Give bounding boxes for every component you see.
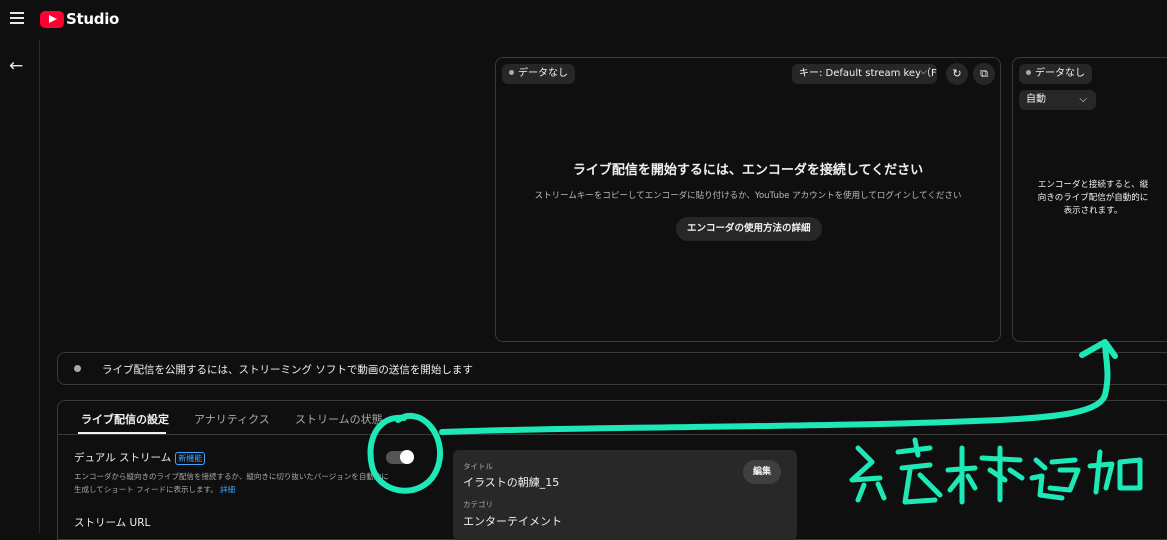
dual-stream-desc-line-2: 生成してショート フィードに表示します。 詳細 — [74, 483, 424, 496]
publish-banner: ライブ配信を公開するには、ストリーミング ソフトで動画の送信を開始します — [57, 352, 1167, 385]
new-feature-badge: 新機能 — [175, 451, 206, 465]
tab-analytics[interactable]: アナリティクス — [194, 411, 270, 427]
logo-text: Studio — [66, 10, 120, 28]
left-rail — [0, 40, 40, 533]
dual-stream-desc-line-1: エンコーダから縦向きのライブ配信を接続するか、縦向きに切り抜いたバージョンを自動… — [74, 472, 389, 481]
banner-dot-icon — [74, 365, 81, 372]
toggle-knob — [400, 450, 414, 464]
banner-text: ライブ配信を公開するには、ストリーミング ソフトで動画の送信を開始します — [102, 364, 473, 376]
vertical-message-line-2: 向きのライブ配信が自動的に — [1037, 193, 1149, 203]
vertical-mode-select[interactable]: 自動 ⌵ — [1019, 90, 1096, 110]
details-link[interactable]: 詳細 — [220, 485, 235, 494]
back-arrow-icon[interactable]: ← — [9, 56, 23, 76]
refresh-icon[interactable]: ↻ — [946, 63, 968, 85]
category-label: カテゴリ — [463, 500, 493, 509]
dual-stream-desc-line-2-text: 生成してショート フィードに表示します。 — [74, 485, 218, 494]
vertical-status-dot-icon — [1026, 69, 1031, 75]
edit-button[interactable]: 編集 — [742, 460, 781, 484]
vertical-status-chip: データなし — [1019, 64, 1092, 84]
stream-key-label: キー: Default stream key（F — [799, 68, 937, 79]
category-value: エンターテイメント — [463, 515, 562, 528]
vertical-message-line-3: 表示されます。 — [1063, 206, 1123, 216]
copy-icon[interactable]: ⧉ — [973, 63, 995, 85]
vertical-message-line-1: エンコーダと接続すると、縦 — [1037, 180, 1149, 190]
status-text: データなし — [518, 68, 568, 79]
dual-stream-label-text: デュアル ストリーム — [74, 452, 172, 464]
connect-encoder-subtitle: ストリームキーをコピーしてエンコーダに貼り付けるか、YouTube アカウントを… — [534, 191, 962, 201]
stream-preview-panel: データなし キー: Default stream key（F ⌵ ↻ ⧉ ライブ… — [495, 57, 1001, 342]
vertical-chevron-down-icon: ⌵ — [1079, 94, 1087, 105]
top-bar: Studio — [0, 0, 1167, 40]
menu-icon[interactable] — [10, 12, 24, 24]
chevron-down-icon: ⌵ — [920, 67, 927, 77]
tab-stream-settings[interactable]: ライブ配信の設定 — [81, 411, 169, 427]
vertical-status-text: データなし — [1035, 68, 1085, 79]
vertical-message: エンコーダと接続すると、縦 向きのライブ配信が自動的に 表示されます。 — [1023, 179, 1163, 218]
dual-stream-toggle[interactable] — [386, 450, 414, 464]
stream-url-label: ストリーム URL — [74, 517, 151, 529]
status-chip: データなし — [502, 64, 575, 84]
vertical-mode-label: 自動 — [1026, 94, 1046, 105]
title-value: イラストの朝練_15 — [463, 476, 560, 489]
status-dot-icon — [509, 69, 514, 75]
studio-logo[interactable]: Studio — [40, 10, 119, 28]
dual-stream-description: エンコーダから縦向きのライブ配信を接続するか、縦向きに切り抜いたバージョンを自動… — [74, 470, 424, 496]
encoder-help-button[interactable]: エンコーダの使用方法の詳細 — [676, 217, 822, 241]
youtube-play-icon — [40, 10, 64, 28]
title-label: タイトル — [463, 462, 493, 471]
dual-stream-label: デュアル ストリーム 新機能 — [74, 450, 206, 465]
connect-encoder-title: ライブ配信を開始するには、エンコーダを接続してください — [572, 163, 924, 178]
stream-info-card: タイトル イラストの朝練_15 カテゴリ エンターテイメント 編集 — [453, 450, 797, 540]
stream-key-select[interactable]: キー: Default stream key（F — [792, 64, 937, 84]
tab-stream-health[interactable]: ストリームの状態 — [295, 411, 383, 427]
vertical-stream-panel: データなし 自動 ⌵ エンコーダと接続すると、縦 向きのライブ配信が自動的に 表示… — [1012, 57, 1167, 342]
tab-divider — [58, 434, 1167, 435]
